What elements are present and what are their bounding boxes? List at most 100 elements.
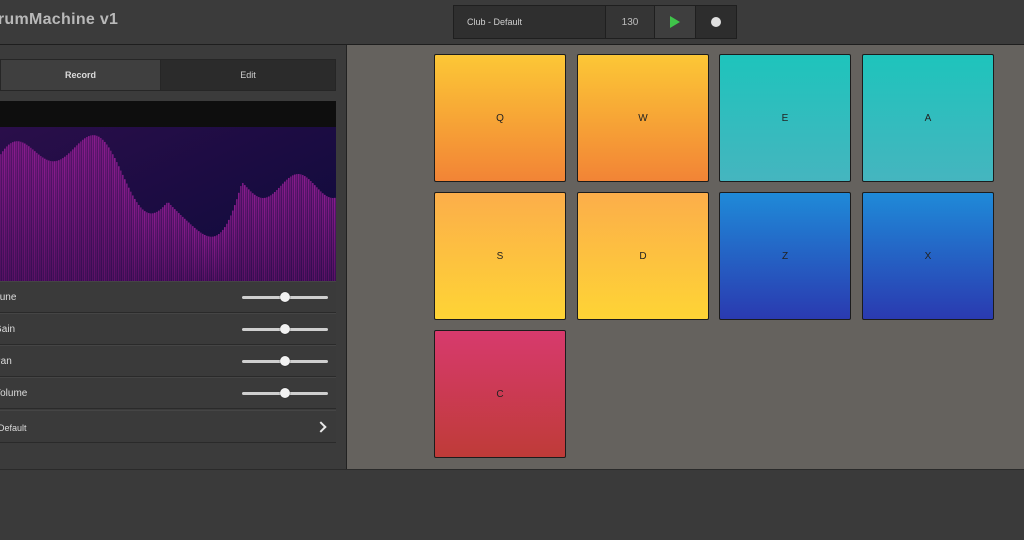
waveform-bar: [280, 185, 282, 281]
waveform-bar: [290, 176, 292, 281]
waveform-bar: [306, 177, 308, 281]
waveform-bar: [248, 189, 250, 281]
waveform-bar: [234, 205, 236, 281]
bpm-field[interactable]: 130: [606, 6, 655, 38]
pad-z[interactable]: Z: [719, 192, 851, 320]
waveform-bar: [156, 211, 158, 281]
slider-thumb[interactable]: [280, 292, 290, 302]
waveform-bar: [138, 204, 140, 281]
waveform-bar: [50, 161, 52, 281]
waveform-bar: [108, 147, 110, 281]
waveform-bar: [120, 170, 122, 281]
slider-thumb[interactable]: [280, 324, 290, 334]
waveform-bar: [60, 159, 62, 281]
pad-key-label: D: [639, 250, 647, 262]
waveform-bar: [20, 141, 22, 281]
waveform-bar: [286, 179, 288, 281]
record-icon: [711, 17, 721, 27]
waveform-bar: [104, 141, 106, 281]
waveform-bar: [294, 174, 296, 281]
param-row-gain: Gain: [0, 313, 336, 345]
waveform-bar: [242, 182, 244, 281]
volume-slider[interactable]: [242, 388, 328, 398]
pan-slider[interactable]: [242, 356, 328, 366]
waveform-bar: [96, 135, 98, 281]
waveform-bar: [176, 211, 178, 281]
waveform-bar: [92, 135, 94, 281]
waveform-bar: [66, 155, 68, 281]
sample-panel: Record Edit Tune Gain: [0, 45, 347, 469]
pad-a[interactable]: A: [862, 54, 994, 182]
waveform-bar: [314, 185, 316, 281]
waveform-bar: [268, 196, 270, 281]
waveform-bar: [238, 192, 240, 281]
waveform-bar: [246, 187, 248, 281]
gain-slider[interactable]: [242, 324, 328, 334]
pad-w[interactable]: W: [577, 54, 709, 182]
pad-e[interactable]: E: [719, 54, 851, 182]
waveform-bar: [30, 147, 32, 281]
waveform-bar: [296, 174, 298, 281]
preset-selector[interactable]: Club - Default: [454, 6, 606, 38]
kit-selector[interactable]: Default: [0, 410, 336, 443]
slider-thumb[interactable]: [280, 388, 290, 398]
waveform-bar: [282, 183, 284, 281]
waveform-bar: [330, 197, 332, 281]
waveform-bar: [78, 143, 80, 281]
waveform-bar: [28, 146, 30, 281]
waveform-bar: [2, 151, 4, 281]
waveform-bar: [210, 236, 212, 281]
waveform-bar: [70, 151, 72, 281]
waveform-bar: [236, 199, 238, 281]
waveform-bar: [62, 158, 64, 281]
waveform-bar: [276, 190, 278, 281]
waveform-bar: [40, 156, 42, 281]
waveform-bar: [284, 181, 286, 281]
pad-key-label: Q: [496, 112, 504, 124]
waveform-bar: [122, 174, 124, 281]
pad-key-label: A: [924, 112, 932, 124]
play-button[interactable]: [655, 6, 696, 38]
waveform-bar: [322, 193, 324, 281]
waveform-bar: [204, 234, 206, 281]
waveform-bar: [136, 202, 138, 281]
waveform-bar: [166, 202, 168, 281]
waveform-bar: [178, 213, 180, 281]
pad-x[interactable]: X: [862, 192, 994, 320]
waveform-bar: [198, 231, 200, 281]
tab-record[interactable]: Record: [1, 60, 161, 90]
waveform-bar: [106, 144, 108, 281]
waveform-bar: [168, 202, 170, 281]
waveform-bar: [16, 141, 18, 281]
waveform-bar: [302, 175, 304, 281]
waveform-bar: [240, 186, 242, 281]
waveform-bar: [164, 205, 166, 281]
record-button[interactable]: [696, 6, 736, 38]
pad-s[interactable]: S: [434, 192, 566, 320]
waveform-bar: [82, 139, 84, 281]
waveform-bar: [188, 222, 190, 281]
waveform-bar: [244, 185, 246, 281]
pad-q[interactable]: Q: [434, 54, 566, 182]
waveform-bar: [218, 234, 220, 281]
waveform-bar: [298, 174, 300, 281]
waveform-bar: [334, 197, 336, 281]
waveform-bar: [32, 149, 34, 281]
waveform-bar: [84, 138, 86, 281]
param-row-pan: Pan: [0, 345, 336, 377]
tab-edit[interactable]: Edit: [161, 60, 335, 90]
waveform-bar: [274, 191, 276, 281]
waveform-bar: [24, 143, 26, 281]
slider-thumb[interactable]: [280, 356, 290, 366]
tune-slider[interactable]: [242, 292, 328, 302]
waveform-bar: [232, 210, 234, 281]
waveform-bar: [102, 139, 104, 281]
waveform-bar: [52, 161, 54, 281]
param-label: Gain: [0, 324, 16, 335]
waveform-bar: [216, 235, 218, 281]
pad-d[interactable]: D: [577, 192, 709, 320]
pad-key-label: Z: [781, 250, 789, 262]
waveform-bar: [310, 180, 312, 281]
pad-c[interactable]: C: [434, 330, 566, 458]
waveform-bar: [320, 191, 322, 281]
